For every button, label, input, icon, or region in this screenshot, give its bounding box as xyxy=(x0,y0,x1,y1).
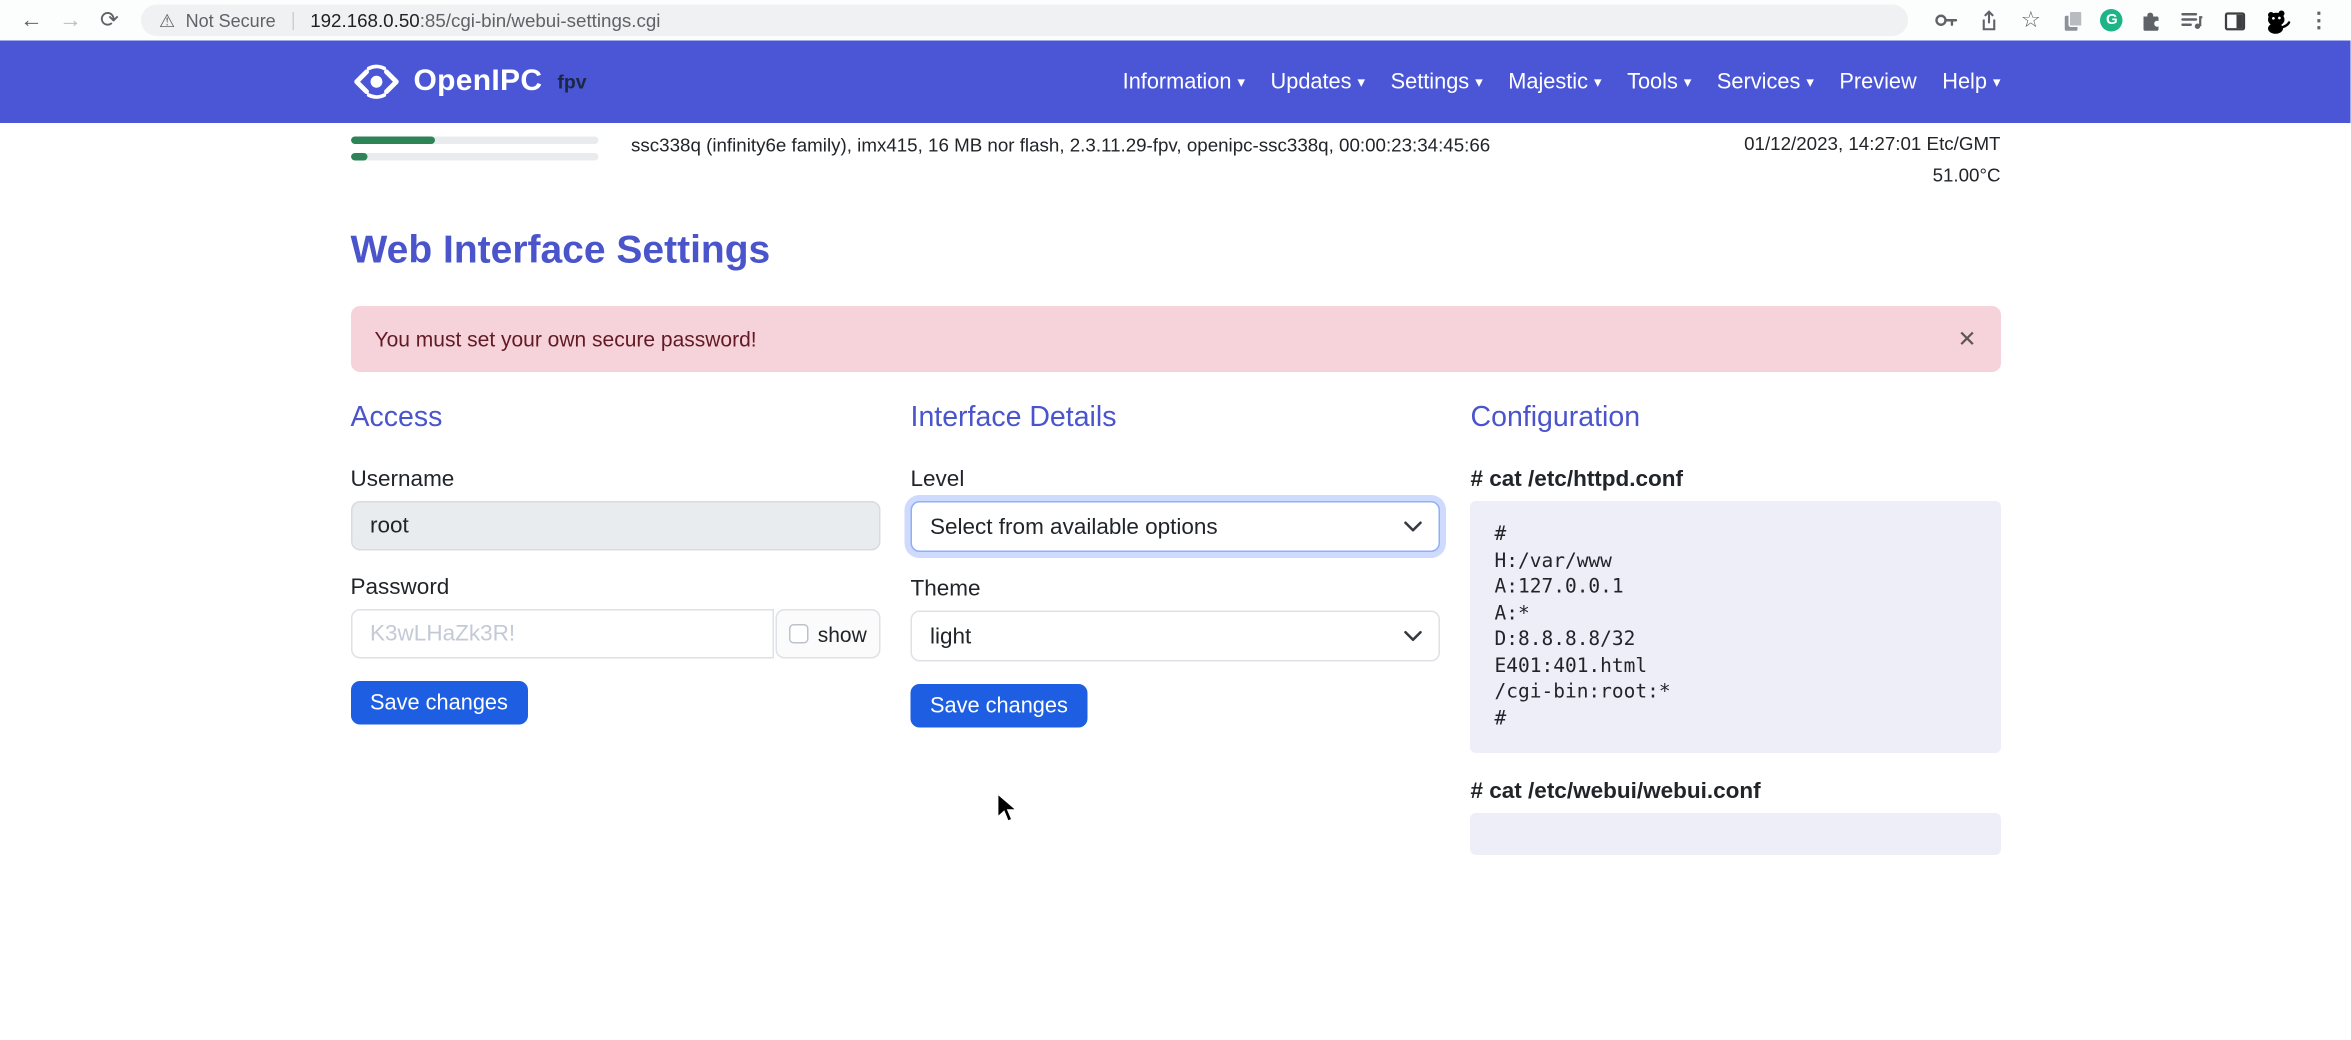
chevron-down-icon: ▾ xyxy=(1594,74,1602,91)
openipc-brand[interactable]: OpenIPC fpv xyxy=(351,63,587,101)
side-panel-icon[interactable] xyxy=(2221,6,2250,35)
chevron-down-icon: ▾ xyxy=(1684,74,1692,91)
interface-save-button[interactable]: Save changes xyxy=(911,684,1088,728)
menu-preview[interactable]: Preview xyxy=(1839,70,1916,94)
chevron-down-icon xyxy=(1405,521,1423,533)
password-alert: You must set your own secure password! ✕ xyxy=(351,306,2001,372)
httpd-conf-heading: # cat /etc/httpd.conf xyxy=(1471,467,2001,493)
brand-name: OpenIPC xyxy=(414,65,543,100)
webui-conf-block xyxy=(1471,813,2001,855)
progress-bar-2 xyxy=(351,153,599,161)
configuration-heading: Configuration xyxy=(1471,402,2001,435)
browser-menu-icon[interactable]: ⋮ xyxy=(2305,6,2334,35)
httpd-conf-block: # H:/var/www A:127.0.0.1 A:* D:8.8.8.8/3… xyxy=(1471,501,2001,753)
progress-bar-1 xyxy=(351,137,599,145)
username-field[interactable] xyxy=(351,501,881,551)
bookmark-star-icon[interactable]: ☆ xyxy=(2017,6,2046,35)
panda-extension-icon[interactable] xyxy=(2263,6,2292,35)
show-password-addon: show xyxy=(776,609,881,659)
grammarly-icon[interactable]: G xyxy=(2101,9,2124,32)
menu-services[interactable]: Services▾ xyxy=(1717,70,1814,94)
chevron-down-icon: ▾ xyxy=(1806,74,1814,91)
menu-tools[interactable]: Tools▾ xyxy=(1627,70,1691,94)
app-navbar: OpenIPC fpv Information▾ Updates▾ Settin… xyxy=(0,41,2351,124)
menu-updates[interactable]: Updates▾ xyxy=(1271,70,1366,94)
chevron-down-icon: ▾ xyxy=(1475,74,1483,91)
temperature: 51.00°C xyxy=(1744,165,2000,186)
password-key-icon[interactable] xyxy=(1933,6,1962,35)
address-bar[interactable]: ⚠ Not Secure 192.168.0.50:85/cgi-bin/web… xyxy=(141,5,1909,37)
menu-settings[interactable]: Settings▾ xyxy=(1391,70,1483,94)
chevron-down-icon xyxy=(1405,630,1423,642)
browser-toolbar: ← → ⟳ ⚠ Not Secure 192.168.0.50:85/cgi-b… xyxy=(0,0,2351,41)
chevron-down-icon: ▾ xyxy=(1358,74,1366,91)
password-label: Password xyxy=(351,575,881,601)
interface-details-heading: Interface Details xyxy=(911,402,1441,435)
reload-icon[interactable]: ⟳ xyxy=(93,4,126,37)
security-chip[interactable]: Not Secure xyxy=(186,10,276,31)
theme-select[interactable]: light xyxy=(911,611,1441,662)
access-save-button[interactable]: Save changes xyxy=(351,681,528,725)
password-field[interactable] xyxy=(351,609,774,659)
level-label: Level xyxy=(911,467,1441,493)
theme-label: Theme xyxy=(911,576,1441,602)
configuration-section: Configuration # cat /etc/httpd.conf # H:… xyxy=(1471,402,2001,881)
status-bar: ssc338q (infinity6e family), imx415, 16 … xyxy=(351,123,2001,186)
access-section: Access Username Password show Save chang… xyxy=(351,402,881,881)
brand-suffix: fpv xyxy=(557,71,586,94)
extensions-puzzle-icon[interactable] xyxy=(2137,6,2166,35)
chevron-down-icon: ▾ xyxy=(1993,74,2001,91)
username-label: Username xyxy=(351,467,881,493)
show-label[interactable]: show xyxy=(818,622,867,646)
menu-information[interactable]: Information▾ xyxy=(1123,70,1245,94)
show-password-checkbox[interactable] xyxy=(789,624,809,644)
interface-details-section: Interface Details Level Select from avai… xyxy=(911,402,1441,881)
datetime: 01/12/2023, 14:27:01 Etc/GMT xyxy=(1744,134,2000,155)
resource-usage-bars xyxy=(351,134,599,170)
divider xyxy=(292,11,294,29)
screen: ← → ⟳ ⚠ Not Secure 192.168.0.50:85/cgi-b… xyxy=(0,0,2351,1040)
url-text[interactable]: 192.168.0.50:85/cgi-bin/webui-settings.c… xyxy=(310,10,660,31)
main-menu: Information▾ Updates▾ Settings▾ Majestic… xyxy=(1123,70,2001,94)
not-secure-warning-icon: ⚠ xyxy=(159,11,175,29)
menu-majestic[interactable]: Majestic▾ xyxy=(1508,70,1601,94)
page-title: Web Interface Settings xyxy=(351,227,2001,274)
copy-extension-icon[interactable] xyxy=(2059,6,2088,35)
alert-message: You must set your own secure password! xyxy=(375,327,757,351)
share-icon[interactable] xyxy=(1975,6,2004,35)
webui-conf-heading: # cat /etc/webui/webui.conf xyxy=(1471,779,2001,805)
playlist-icon[interactable] xyxy=(2179,6,2208,35)
chevron-down-icon: ▾ xyxy=(1237,74,1245,91)
device-info: ssc338q (infinity6e family), imx415, 16 … xyxy=(631,134,1490,157)
access-heading: Access xyxy=(351,402,881,435)
menu-help[interactable]: Help▾ xyxy=(1942,70,2000,94)
forward-icon[interactable]: → xyxy=(54,4,87,37)
back-icon[interactable]: ← xyxy=(15,4,48,37)
level-select[interactable]: Select from available options xyxy=(911,501,1441,552)
openipc-logo-icon xyxy=(351,63,402,101)
close-icon[interactable]: ✕ xyxy=(1958,328,1977,351)
